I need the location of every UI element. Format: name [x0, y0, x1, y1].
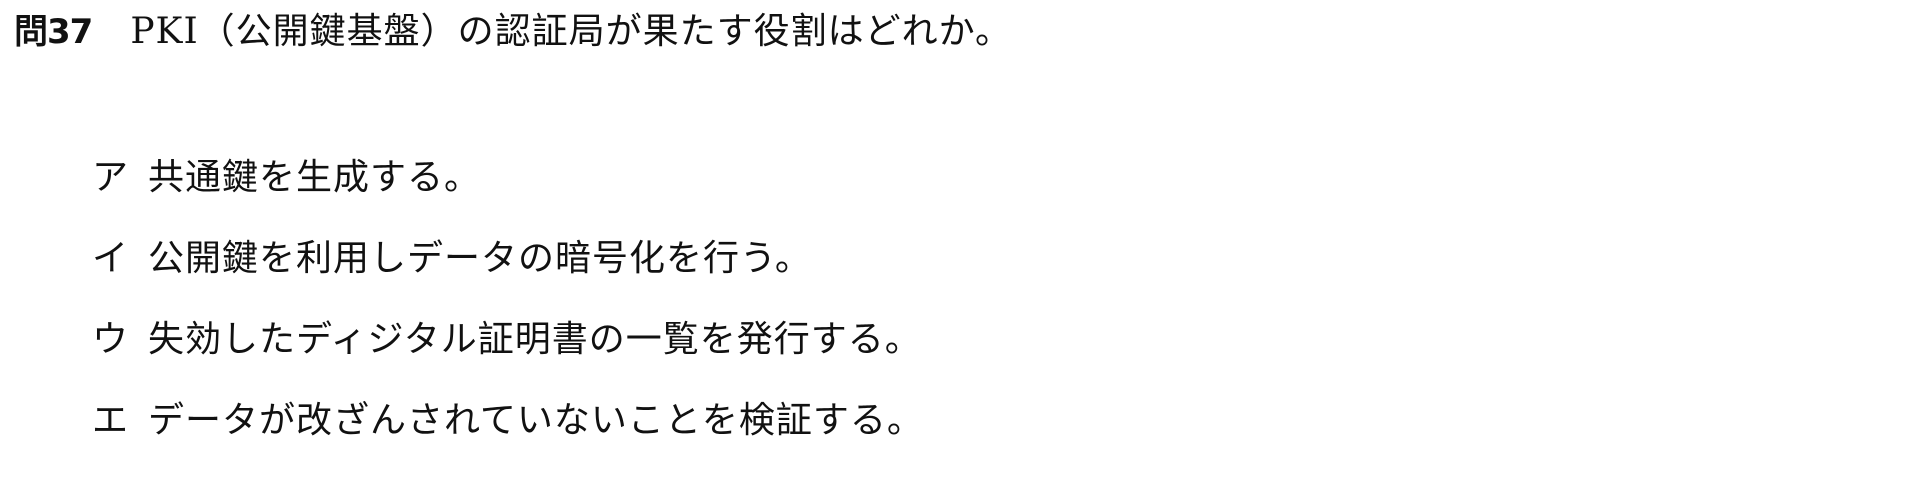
choice-text: データが改ざんされていないことを検証する。: [148, 399, 924, 441]
choice-a[interactable]: ア 共通鍵を生成する。: [92, 133, 924, 214]
choice-label: ア: [92, 156, 130, 198]
choice-i[interactable]: イ 公開鍵を利用しデータの暗号化を行う。: [92, 214, 924, 295]
question-number: 問37: [14, 11, 93, 52]
choice-label: エ: [92, 399, 130, 441]
answer-choices: ア 共通鍵を生成する。 イ 公開鍵を利用しデータの暗号化を行う。 ウ 失効したデ…: [92, 133, 924, 457]
choice-label: ウ: [92, 318, 130, 360]
choice-label: イ: [92, 237, 130, 279]
question-header: 問37 PKI（公開鍵基盤）の認証局が果たす役割はどれか。: [14, 0, 1012, 56]
question-text: PKI（公開鍵基盤）の認証局が果たす役割はどれか。: [130, 11, 1012, 52]
choice-text: 共通鍵を生成する。: [148, 156, 482, 198]
choice-text: 公開鍵を利用しデータの暗号化を行う。: [148, 237, 812, 279]
choice-u[interactable]: ウ 失効したディジタル証明書の一覧を発行する。: [92, 295, 924, 376]
choice-text: 失効したディジタル証明書の一覧を発行する。: [148, 318, 922, 360]
choice-e[interactable]: エ データが改ざんされていないことを検証する。: [92, 376, 924, 457]
